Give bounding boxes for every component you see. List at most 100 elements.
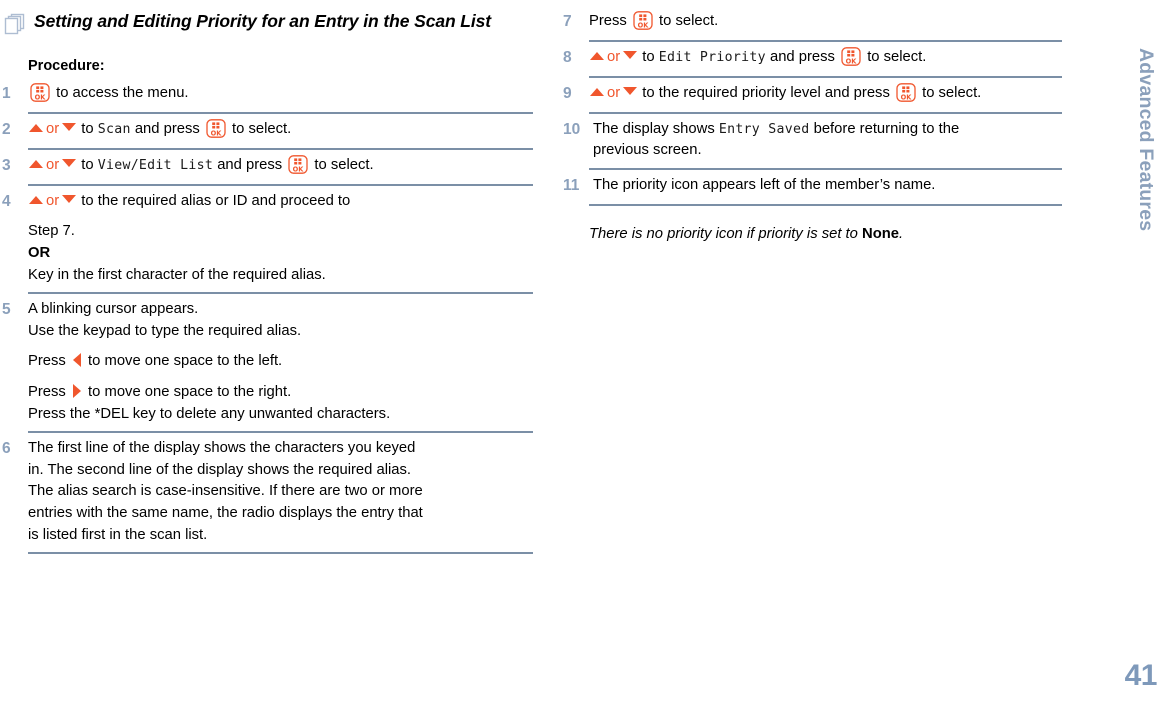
left-column: Setting and Editing Priority for an Entr… (0, 0, 555, 703)
step-number: 5 (2, 301, 11, 319)
step-text: to access the menu. (52, 85, 189, 101)
procedure-step: 10 The display shows Entry Saved before r… (563, 114, 1062, 170)
procedure-steps-left: 1 OK to access the menu. 2 or to Scan and p… (2, 78, 533, 555)
procedure-step: 1 OK to access the menu. (2, 78, 533, 114)
step-line: or to the required alias or ID and proce… (28, 191, 533, 213)
step-text: The alias search is case-insensitive. If… (28, 483, 423, 500)
step-body: or to the required alias or ID and proce… (28, 191, 533, 286)
step-text: to select. (310, 156, 374, 173)
step-body: or to Scan and press OK to select. (28, 119, 533, 141)
step-text: previous screen. (593, 142, 702, 159)
note-suffix: . (899, 225, 904, 242)
step-text: to move one space to the right. (83, 383, 292, 400)
heading-title: Setting and Editing Priority for an Entr… (34, 11, 492, 31)
step-text: to (638, 48, 659, 65)
step-body: A blinking cursor appears. Use the keypad… (28, 299, 533, 425)
step-body: OK to access the menu. (28, 83, 533, 105)
ok-key-icon: OK (206, 119, 226, 138)
step-body: The display shows Entry Saved before ret… (593, 119, 1062, 162)
step-number: 9 (563, 84, 572, 102)
step-text: Use the keypad to type the required alia… (28, 322, 302, 339)
step-line: Press the *DEL key to delete any unwante… (28, 404, 533, 426)
step-line: is listed first in the scan list. (28, 525, 533, 547)
svg-text:OK: OK (211, 129, 223, 137)
pages-icon (4, 13, 25, 41)
svg-text:OK: OK (846, 57, 858, 65)
step-number: 10 (563, 120, 581, 138)
arrow-down-icon (62, 122, 77, 131)
step-text: A blinking cursor appears. (28, 301, 199, 318)
step-body: The first line of the display shows the … (28, 438, 533, 546)
procedure-steps-right: 7 Press OK to select. 8 or to Edit Priority… (563, 6, 1062, 206)
step-line: or to Edit Priority and press OK to sele… (589, 47, 1062, 69)
step-body: The priority icon appears left of the me… (593, 175, 1062, 197)
ok-key-icon: OK (30, 83, 50, 102)
step-line: The display shows Entry Saved before ret… (593, 119, 1062, 141)
arrow-up-icon (29, 195, 43, 204)
step-text: and press (213, 156, 287, 173)
arrow-down-icon (623, 86, 638, 95)
right-column: 7 Press OK to select. 8 or to Edit Priority… (555, 0, 1110, 703)
step-text: Press (28, 353, 70, 370)
svg-text:OK: OK (638, 21, 650, 29)
step-number: 6 (2, 440, 11, 458)
display-text: Scan (97, 121, 131, 137)
step-line: Key in the first character of the requir… (28, 265, 533, 287)
step-number: 7 (563, 13, 572, 30)
arrow-right-icon (72, 383, 81, 398)
chapter-tab-label: Advanced Features (1135, 48, 1157, 232)
step-line: or to Scan and press OK to select. (28, 119, 533, 141)
step-text: The priority icon appears left of the me… (593, 177, 936, 193)
step-line: OK to access the menu. (28, 83, 533, 105)
step-text: before returning to the (809, 120, 960, 137)
step-line: or to View/Edit List and press OK to sel… (28, 155, 533, 177)
step-line: entries with the same name, the radio di… (28, 503, 533, 525)
ok-key-icon: OK (896, 83, 916, 102)
procedure-step: 6 The first line of the display shows the… (2, 433, 533, 555)
procedure-step: 11 The priority icon appears left of the … (563, 170, 1062, 206)
step-body: Press OK to select. (589, 11, 1062, 33)
procedure-step: 4 or to the required alias or ID and proc… (2, 186, 533, 295)
step-body: or to View/Edit List and press OK to sel… (28, 155, 533, 177)
svg-text:OK: OK (293, 165, 305, 173)
step-text: Press (28, 383, 70, 400)
step-text: to move one space to the left. (83, 353, 283, 370)
step-text: to (77, 156, 98, 173)
arrow-up-icon (29, 123, 43, 132)
or-connector: or (46, 156, 60, 173)
arrow-left-icon (72, 353, 81, 368)
step-text: to select. (917, 84, 982, 101)
document-page: Setting and Editing Priority for an Entr… (0, 0, 1163, 703)
step-text: to the required alias or ID and proceed … (77, 192, 351, 209)
step-number: 1 (2, 85, 11, 102)
ok-key-icon: OK (288, 155, 308, 174)
step-text: is listed first in the scan list. (28, 526, 208, 543)
step-line: Use the keypad to type the required alia… (28, 321, 533, 343)
step-line: Press OK to select. (589, 11, 1062, 33)
or-connector: or (607, 48, 621, 65)
procedure-step: 3 or to View/Edit List and press OK to se… (2, 150, 533, 186)
step-text: to the required priority level and press (638, 84, 894, 101)
or-connector: or (46, 192, 60, 209)
display-text: Edit Priority (658, 49, 766, 65)
step-text: entries with the same name, the radio di… (28, 504, 423, 521)
procedure-step: 5 A blinking cursor appears. Use the keypa… (2, 294, 533, 434)
section-heading: Setting and Editing Priority for an Entr… (4, 10, 533, 41)
chapter-sidebar: Advanced Features 41 (1110, 0, 1163, 703)
step-text: The display shows (593, 120, 719, 137)
svg-text:OK: OK (901, 93, 913, 101)
display-text: Entry Saved (718, 121, 810, 137)
step-line: or to the required priority level and pr… (589, 83, 1062, 105)
step-text: and press (130, 120, 204, 137)
ok-key-icon: OK (633, 11, 653, 30)
step-number: 8 (563, 48, 572, 66)
step-line: The alias search is case-insensitive. If… (28, 481, 533, 503)
step-line: previous screen. (593, 140, 1062, 162)
procedure-step: 9 or to the required priority level and p… (563, 78, 1062, 114)
or-connector: or (607, 84, 621, 101)
step-line: Press to move one space to the left. (28, 351, 533, 373)
step-body: or to Edit Priority and press OK to sele… (589, 47, 1062, 69)
step-text: Step 7. (28, 223, 75, 240)
arrow-down-icon (62, 158, 77, 167)
step-text: Key in the first character of the requir… (28, 266, 326, 283)
